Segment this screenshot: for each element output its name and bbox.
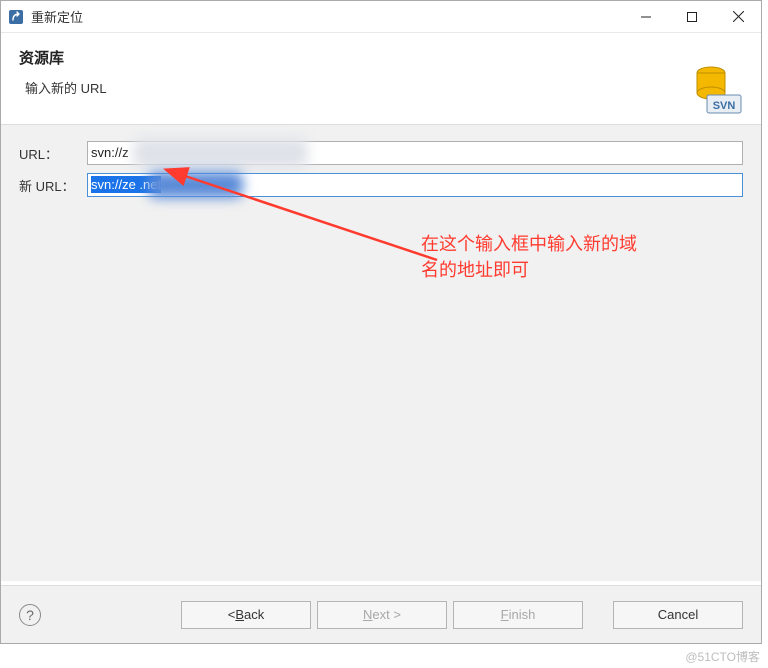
page-title: 资源库	[19, 47, 743, 68]
cancel-button[interactable]: Cancel	[613, 601, 743, 629]
minimize-button[interactable]	[623, 1, 669, 32]
wizard-content: URL： svn://z 新 URL： svn://ze .net	[1, 125, 761, 581]
url-label: URL：	[19, 144, 87, 163]
url-input[interactable]: svn://z	[87, 141, 743, 165]
wizard-window: 重新定位 资源库 输入新的 URL SVN	[0, 0, 762, 644]
close-button[interactable]	[715, 1, 761, 32]
watermark: @51CTO博客	[685, 648, 760, 665]
help-icon[interactable]: ?	[19, 604, 41, 626]
button-bar: ? < Back Next > Finish Cancel	[1, 585, 761, 643]
new-url-label: 新 URL：	[19, 176, 87, 195]
finish-button: Finish	[453, 601, 583, 629]
back-button[interactable]: < Back	[181, 601, 311, 629]
wizard-header: 资源库 输入新的 URL SVN	[1, 33, 761, 125]
svn-icon: SVN	[685, 65, 743, 118]
page-subtitle: 输入新的 URL	[25, 78, 743, 97]
next-button: Next >	[317, 601, 447, 629]
url-value: svn://z	[91, 145, 129, 160]
titlebar: 重新定位	[1, 1, 761, 33]
annotation-line1: 在这个输入框中输入新的域	[421, 234, 637, 254]
annotation-line2: 名的地址即可	[421, 260, 529, 280]
maximize-button[interactable]	[669, 1, 715, 32]
new-url-row: 新 URL： svn://ze .net	[19, 173, 743, 197]
window-controls	[623, 1, 761, 32]
window-title: 重新定位	[31, 7, 623, 26]
new-url-input[interactable]: svn://ze .net	[87, 173, 743, 197]
annotation-text: 在这个输入框中输入新的域 名的地址即可	[421, 231, 637, 283]
svg-text:SVN: SVN	[713, 100, 736, 112]
app-icon	[7, 8, 25, 26]
url-row: URL： svn://z	[19, 141, 743, 165]
